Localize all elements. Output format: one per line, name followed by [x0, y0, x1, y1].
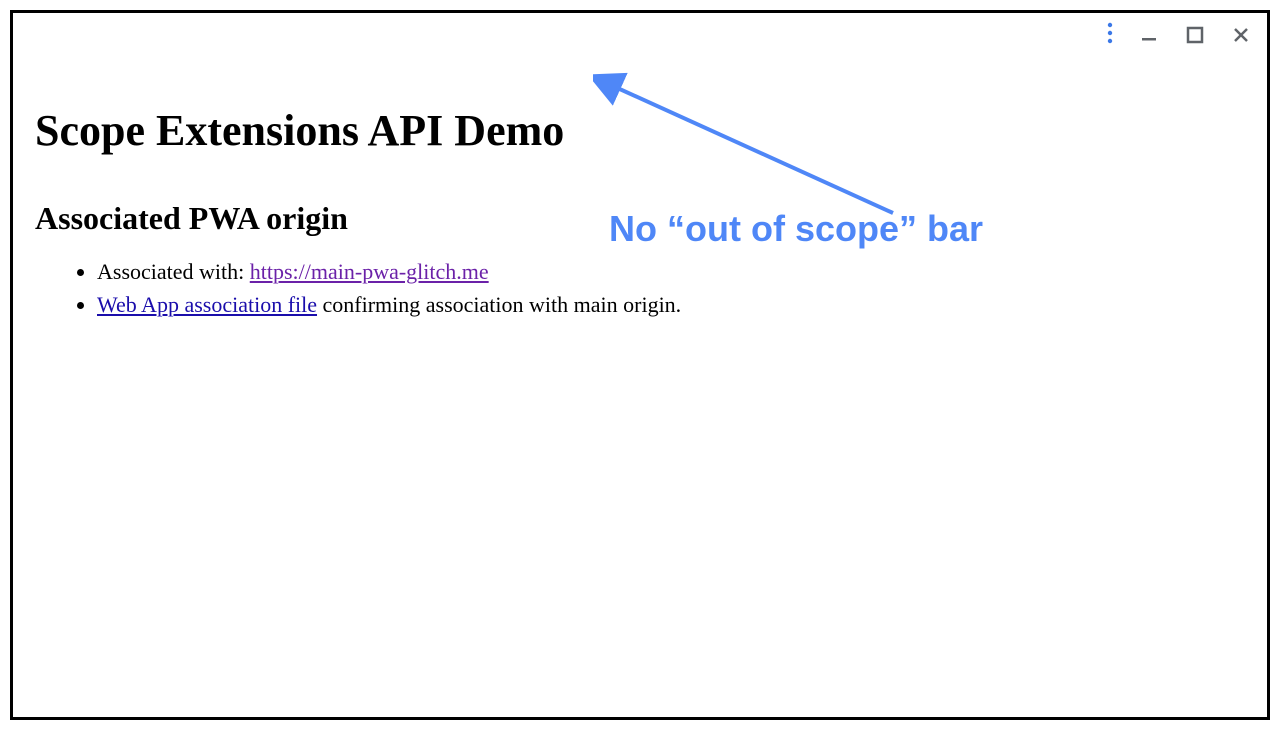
close-icon[interactable] [1231, 25, 1251, 45]
page-title: Scope Extensions API Demo [35, 105, 1245, 156]
page-content: Scope Extensions API Demo Associated PWA… [13, 57, 1267, 331]
maximize-icon[interactable] [1185, 25, 1205, 45]
app-window: Scope Extensions API Demo Associated PWA… [10, 10, 1270, 720]
annotation-label: No “out of scope” bar [609, 208, 983, 250]
list-item: Web App association file confirming asso… [97, 290, 1245, 321]
list-item-prefix: Associated with: [97, 259, 250, 284]
titlebar [13, 13, 1267, 57]
association-list: Associated with: https://main-pwa-glitch… [35, 257, 1245, 321]
list-item: Associated with: https://main-pwa-glitch… [97, 257, 1245, 288]
association-file-link[interactable]: Web App association file [97, 292, 317, 317]
minimize-icon[interactable] [1139, 25, 1159, 45]
associated-origin-link[interactable]: https://main-pwa-glitch.me [250, 259, 489, 284]
more-vert-icon[interactable] [1107, 22, 1113, 49]
list-item-suffix: confirming association with main origin. [317, 292, 681, 317]
